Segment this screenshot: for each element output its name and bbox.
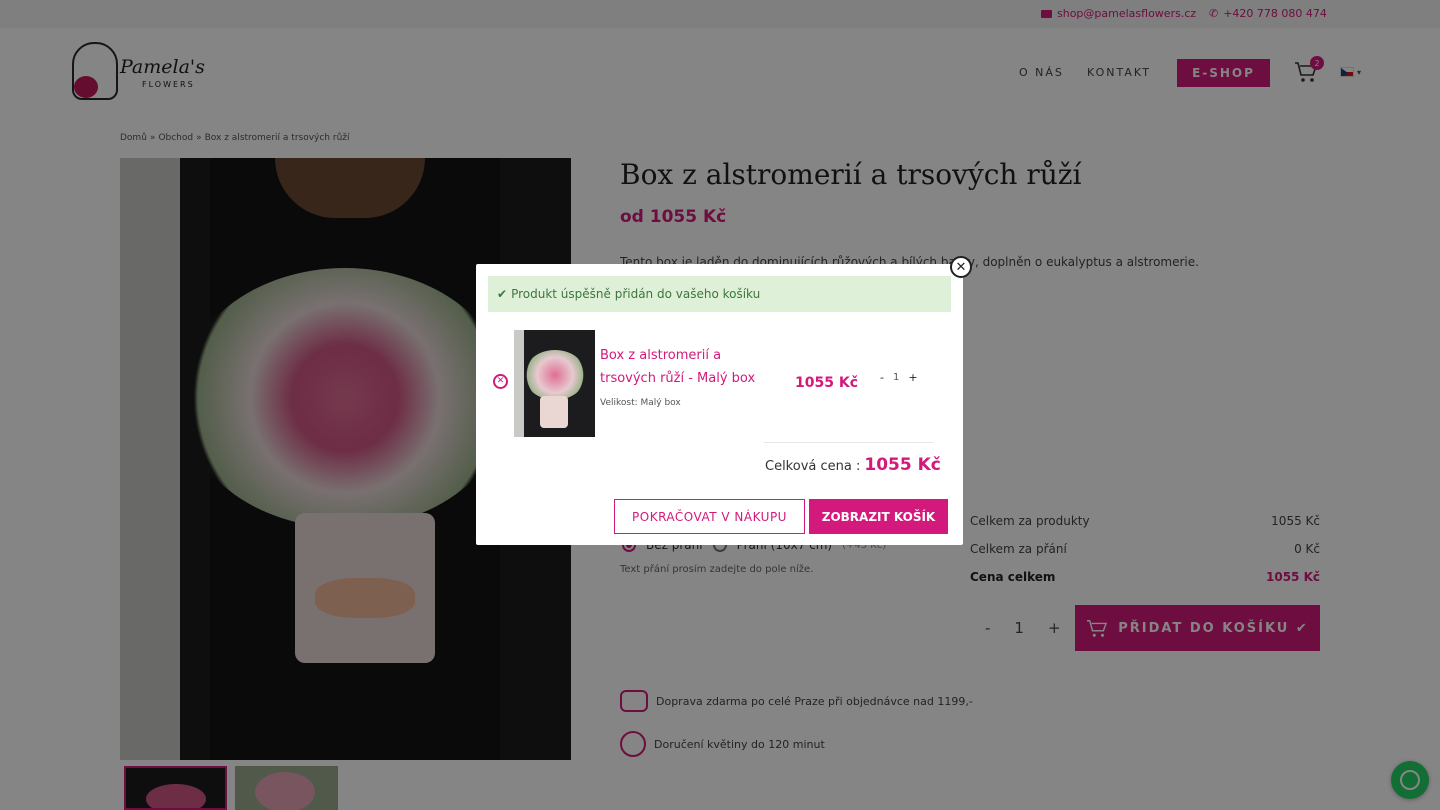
view-cart-button[interactable]: ZOBRAZIT KOŠÍK [809, 499, 948, 534]
qty-plus-button[interactable]: + [908, 371, 917, 384]
total-label: Celková cena : [765, 459, 861, 474]
added-to-cart-modal: ✔ Produkt úspěšně přidán do vašeho košík… [476, 264, 963, 545]
cart-item-quantity-stepper: - 1 + [880, 371, 918, 384]
continue-shopping-button[interactable]: POKRAČOVAT V NÁKUPU [614, 499, 805, 534]
cart-item-price: 1055 Kč [795, 375, 858, 391]
success-message: Produkt úspěšně přidán do vašeho košíku [511, 287, 761, 301]
cart-total: Celková cena : 1055 Kč [765, 455, 941, 475]
qty-value[interactable]: 1 [893, 372, 899, 383]
cart-item-variant: Velikost: Malý box [600, 398, 681, 408]
success-alert: ✔ Produkt úspěšně přidán do vašeho košík… [488, 276, 951, 312]
total-value: 1055 Kč [864, 455, 941, 475]
check-icon: ✔ [497, 287, 508, 301]
qty-minus-button[interactable]: - [880, 371, 884, 384]
remove-item-icon[interactable]: ✕ [493, 374, 508, 389]
cart-item-name[interactable]: Box z alstromerií a trsových růží - Malý… [600, 344, 780, 390]
divider [764, 442, 933, 443]
cart-item-image [514, 330, 595, 437]
close-icon[interactable]: ✕ [950, 256, 972, 278]
